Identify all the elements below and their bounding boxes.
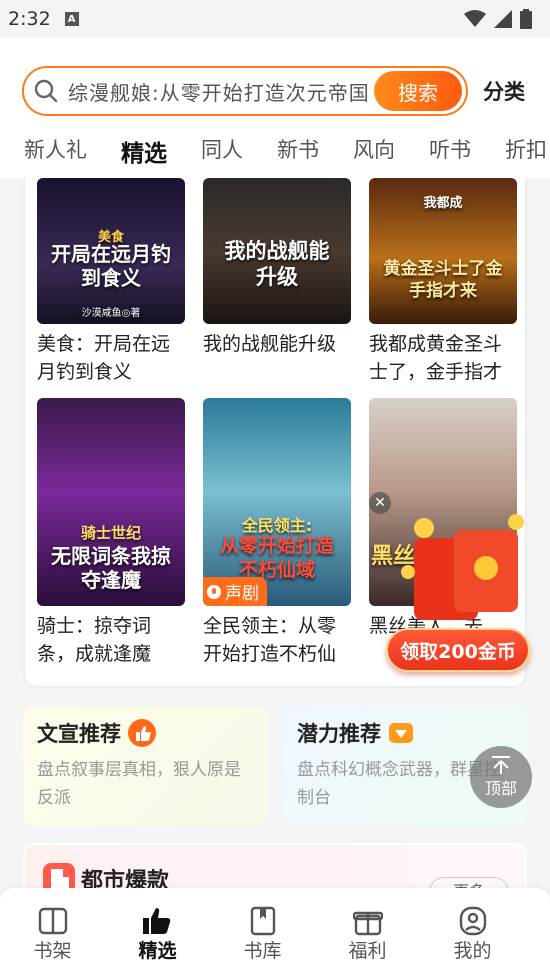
nav-bookshelf[interactable]: 书架 — [0, 888, 105, 979]
book-cover[interactable]: 我的战舰能升级 — [203, 178, 351, 324]
recommendation-title-row: 文宣推荐 — [37, 718, 253, 748]
tab-new-user-gift[interactable]: 新人礼 — [24, 134, 87, 178]
search-button[interactable]: 搜索 — [374, 71, 462, 111]
a-icon: A — [64, 12, 79, 26]
nav-welfare[interactable]: 福利 — [315, 888, 420, 979]
status-bar: 2:32 A — [0, 0, 550, 38]
audio-drama-label: 声剧 — [225, 584, 259, 604]
book-cover[interactable]: 骑士世纪 无限词条我掠夺逢魔 — [37, 398, 185, 606]
nav-label: 书库 — [243, 940, 282, 962]
tab-audiobooks[interactable]: 听书 — [429, 134, 471, 178]
wifi-icon — [464, 10, 486, 27]
recommendation-title: 文宣推荐 — [37, 722, 121, 746]
back-to-top-label: 顶部 — [484, 779, 517, 798]
cover-title: 黄金圣斗士了金手指才来 — [383, 259, 503, 301]
book-item[interactable]: 骑士世纪 无限词条我掠夺逢魔 骑士：掠夺词条，成就逢魔 — [37, 398, 185, 668]
user-icon — [459, 906, 486, 936]
arrow-up-icon — [492, 756, 510, 774]
microphone-icon — [207, 584, 221, 599]
back-to-top-button[interactable]: 顶部 — [470, 746, 532, 808]
recommendation-title-row: 潜力推荐 — [297, 718, 513, 748]
search-icon[interactable] — [24, 68, 68, 114]
book-cover[interactable]: 全民领主: 从零开始打造不朽仙域 声剧 — [203, 398, 351, 606]
book-title[interactable]: 我都成黄金圣斗士了，金手指才来 — [369, 330, 517, 386]
nav-label: 精选 — [138, 940, 177, 962]
book-item[interactable]: 我都成 黄金圣斗士了金手指才来 我都成黄金圣斗士了，金手指才来 — [369, 178, 517, 386]
cover-title: 从零开始打造不朽仙域 — [219, 535, 334, 581]
gift-icon — [352, 911, 383, 936]
book-item[interactable]: 我的战舰能升级 我的战舰能升级 — [203, 178, 351, 386]
tab-discount[interactable]: 折扣 — [505, 134, 547, 178]
thumbs-up-icon — [142, 908, 170, 934]
nav-profile[interactable]: 我的 — [420, 888, 525, 979]
book-title[interactable]: 骑士：掠夺词条，成就逢魔 — [37, 612, 185, 668]
bookshelf-icon — [38, 907, 67, 935]
cover-author: 沙漠咸鱼◎著 — [81, 308, 141, 319]
header: 综漫舰娘:从零开始打造次元帝国 搜索 分类 新人礼 精选 同人 新书 风向 听书… — [0, 38, 550, 188]
audio-drama-badge: 声剧 — [203, 577, 267, 606]
book-item[interactable]: 美食 开局在远月钓到食义 沙漠咸鱼◎著 美食：开局在远月钓到食义 — [37, 178, 185, 386]
cover-title: 开局在远月钓到食义 — [51, 242, 171, 290]
nav-label: 书架 — [33, 940, 72, 962]
cover-tag: 全民领主: — [241, 516, 313, 535]
nav-label: 我的 — [453, 940, 492, 962]
red-envelope-icon — [401, 514, 524, 620]
close-icon[interactable]: ✕ — [369, 492, 391, 514]
tab-new-books[interactable]: 新书 — [277, 134, 319, 178]
book-title[interactable]: 我的战舰能升级 — [203, 330, 351, 386]
nav-featured[interactable]: 精选 — [105, 888, 210, 979]
status-time: 2:32 — [8, 8, 51, 30]
cover-title: 我的战舰能升级 — [224, 239, 330, 289]
tab-trends[interactable]: 风向 — [353, 134, 395, 178]
category-link[interactable]: 分类 — [483, 76, 525, 106]
battery-icon — [520, 9, 532, 29]
status-icons — [464, 9, 532, 29]
recommendation-desc: 盘点叙事层真相，狠人原是反派 — [37, 760, 241, 808]
signal-icon — [494, 10, 512, 28]
book-title[interactable]: 全民领主：从零开始打造不朽仙域 — [203, 612, 351, 668]
diamond-icon — [389, 723, 413, 743]
cover-tag: 我都成 — [423, 196, 463, 211]
claim-coins-button[interactable]: 领取200金币 — [386, 628, 530, 672]
search-input[interactable]: 综漫舰娘:从零开始打造次元帝国 — [68, 77, 374, 106]
bottom-nav: 书架 精选 书库 福利 我的 — [0, 888, 550, 979]
cover-tag: 骑士世纪 — [80, 524, 141, 542]
tab-bar: 新人礼 精选 同人 新书 风向 听书 折扣 — [0, 134, 550, 188]
book-cover[interactable]: 我都成 黄金圣斗士了金手指才来 — [369, 178, 517, 324]
nav-label: 福利 — [348, 940, 387, 962]
library-icon — [250, 906, 275, 936]
search-box[interactable]: 综漫舰娘:从零开始打造次元帝国 搜索 — [22, 66, 468, 116]
cover-title: 无限词条我掠夺逢魔 — [51, 544, 171, 592]
tab-fanfic[interactable]: 同人 — [201, 134, 243, 178]
book-title[interactable]: 美食：开局在远月钓到食义 — [37, 330, 185, 386]
book-item[interactable]: 全民领主: 从零开始打造不朽仙域 声剧 全民领主：从零开始打造不朽仙域 — [203, 398, 351, 668]
thumbs-up-icon — [128, 719, 156, 747]
recommendation-title: 潜力推荐 — [297, 722, 381, 746]
book-cover[interactable]: 美食 开局在远月钓到食义 沙漠咸鱼◎著 — [37, 178, 185, 324]
nav-library[interactable]: 书库 — [210, 888, 315, 979]
recommendation-card[interactable]: 文宣推荐 盘点叙事层真相，狠人原是反派 — [23, 706, 267, 826]
tab-featured[interactable]: 精选 — [121, 134, 167, 188]
